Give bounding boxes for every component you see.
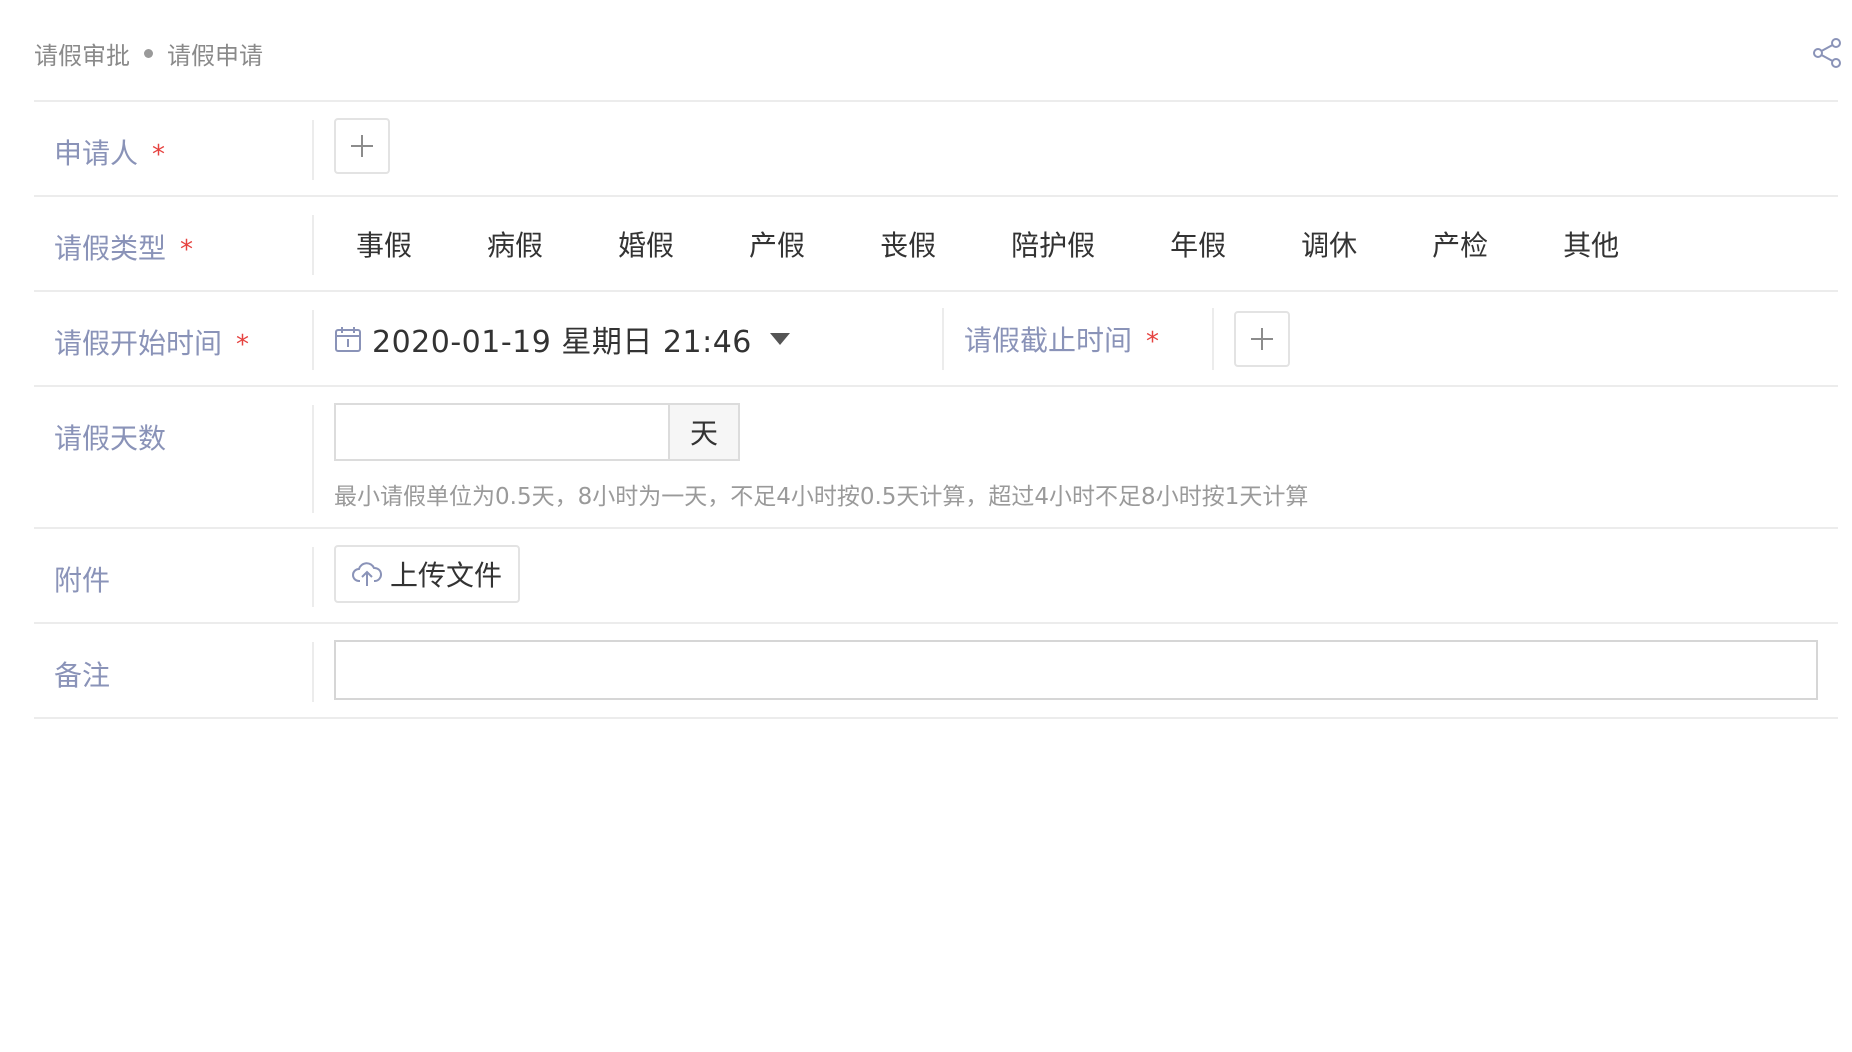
leave-type-option[interactable]: 陪护假 bbox=[1011, 224, 1095, 264]
page-header: 请假审批 请假申请 bbox=[34, 22, 1844, 78]
leave-type-options: 事假 病假 婚假 产假 丧假 陪护假 年假 调休 产检 其他 bbox=[334, 213, 1838, 275]
remark-input[interactable] bbox=[334, 640, 1818, 700]
attachment-row: 附件 上传文件 bbox=[34, 529, 1838, 624]
plus-icon bbox=[1251, 328, 1273, 350]
cloud-upload-icon bbox=[352, 562, 382, 586]
leave-type-label: 请假类型 * bbox=[54, 232, 194, 265]
divider bbox=[312, 310, 314, 370]
required-mark: * bbox=[180, 235, 194, 265]
calendar-icon bbox=[335, 327, 361, 352]
add-end-time-button[interactable] bbox=[1234, 311, 1290, 367]
divider bbox=[312, 547, 314, 607]
breadcrumb: 请假审批 请假申请 bbox=[34, 36, 263, 71]
leave-type-option[interactable]: 婚假 bbox=[618, 224, 674, 264]
leave-type-option[interactable]: 产检 bbox=[1432, 224, 1488, 264]
divider bbox=[312, 405, 314, 513]
plus-icon bbox=[351, 135, 373, 157]
leave-application-form: 申请人 * 请假类型 * 事假 病假 婚假 产假 丧假 陪护假 年假 调休 产检… bbox=[34, 100, 1838, 719]
end-time-label: 请假截止时间 * bbox=[964, 324, 1160, 357]
breadcrumb-current: 请假申请 bbox=[167, 42, 263, 70]
upload-file-label: 上传文件 bbox=[390, 559, 503, 592]
breadcrumb-separator bbox=[144, 49, 153, 58]
caret-down-icon bbox=[769, 333, 790, 345]
divider bbox=[312, 642, 314, 702]
required-mark: * bbox=[1146, 327, 1160, 357]
required-mark: * bbox=[236, 330, 250, 360]
start-time-value: 2020-01-19 星期日 21:46 bbox=[372, 325, 752, 360]
days-unit: 天 bbox=[670, 403, 740, 461]
leave-type-row: 请假类型 * 事假 病假 婚假 产假 丧假 陪护假 年假 调休 产检 其他 bbox=[34, 197, 1838, 292]
start-time-label: 请假开始时间 * bbox=[54, 327, 250, 360]
divider bbox=[312, 215, 314, 275]
required-mark: * bbox=[152, 140, 166, 170]
days-input-group: 天 bbox=[334, 403, 1838, 461]
days-label: 请假天数 bbox=[54, 422, 167, 455]
leave-type-option[interactable]: 产假 bbox=[749, 224, 805, 264]
time-row: 请假开始时间 * 2020-01-19 星期日 21:46 请假截止时间 * bbox=[34, 292, 1838, 387]
applicant-row: 申请人 * bbox=[34, 102, 1838, 197]
leave-type-option[interactable]: 丧假 bbox=[880, 224, 936, 264]
upload-file-button[interactable]: 上传文件 bbox=[334, 545, 521, 603]
attachment-label: 附件 bbox=[54, 564, 111, 597]
add-applicant-button[interactable] bbox=[334, 118, 390, 174]
start-time-picker[interactable]: 2020-01-19 星期日 21:46 bbox=[334, 317, 942, 361]
remark-row: 备注 bbox=[34, 624, 1838, 719]
leave-type-option[interactable]: 病假 bbox=[487, 224, 543, 264]
divider bbox=[312, 120, 314, 180]
days-row: 请假天数 天 最小请假单位为0.5天，8小时为一天，不足4小时按0.5天计算，超… bbox=[34, 387, 1838, 529]
remark-label: 备注 bbox=[54, 659, 111, 692]
end-time-label-area: 请假截止时间 * bbox=[942, 308, 1214, 370]
leave-type-option[interactable]: 调休 bbox=[1301, 224, 1357, 264]
leave-type-option[interactable]: 事假 bbox=[356, 224, 412, 264]
applicant-label: 申请人 * bbox=[54, 137, 166, 170]
leave-type-option[interactable]: 年假 bbox=[1170, 224, 1226, 264]
share-icon[interactable] bbox=[1810, 36, 1844, 70]
breadcrumb-parent[interactable]: 请假审批 bbox=[34, 36, 130, 71]
days-input[interactable] bbox=[334, 403, 670, 461]
days-hint: 最小请假单位为0.5天，8小时为一天，不足4小时按0.5天计算，超过4小时不足8… bbox=[334, 484, 1309, 510]
leave-type-option[interactable]: 其他 bbox=[1563, 224, 1619, 264]
